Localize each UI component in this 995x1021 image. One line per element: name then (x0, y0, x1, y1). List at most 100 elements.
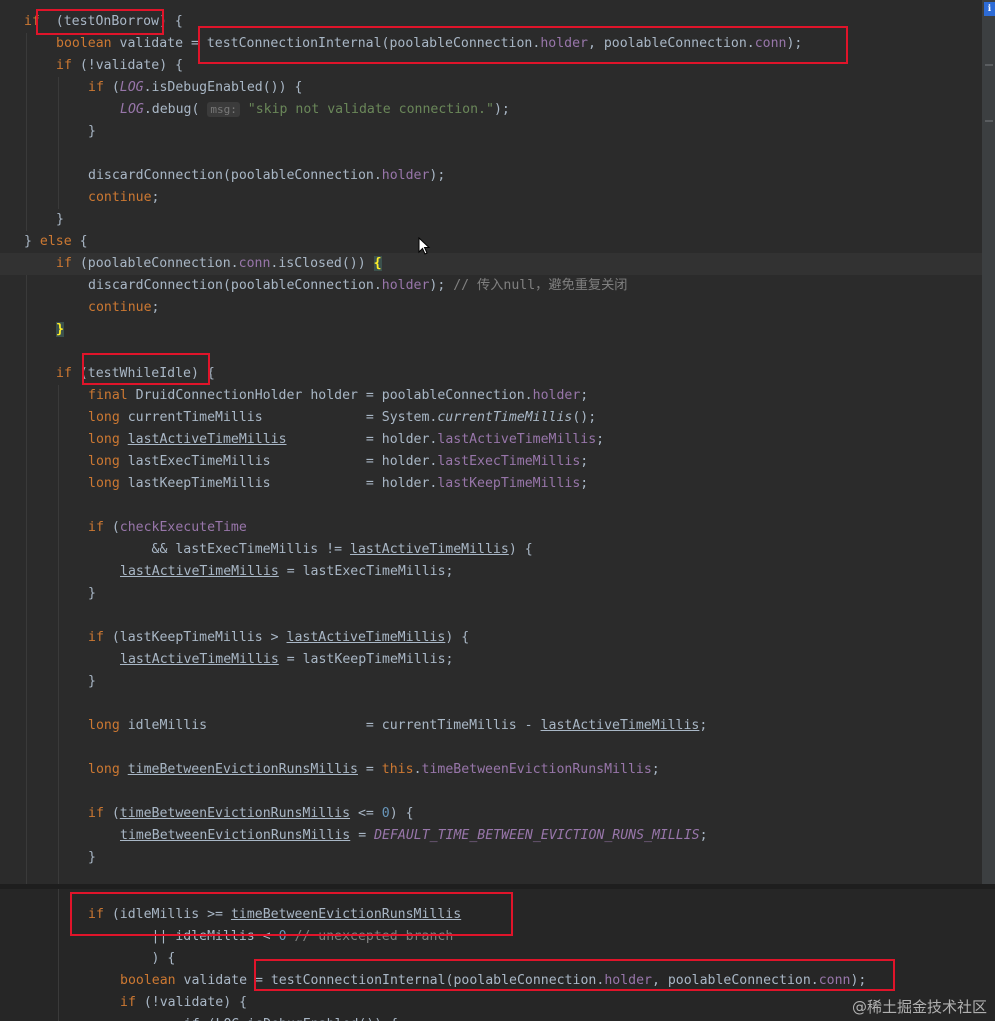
code-token: ); (429, 168, 446, 183)
code-token: lastActiveTimeMillis (120, 652, 279, 667)
code-token: long (88, 762, 120, 777)
code-line[interactable]: if (checkExecuteTime (88, 517, 247, 539)
code-comment: // 传入null，避免重复关闭 (453, 278, 628, 293)
code-line[interactable]: if (!validate) { (120, 992, 247, 1014)
code-token: = lastExecTimeMillis; (278, 564, 454, 579)
code-line[interactable]: ) { (88, 948, 176, 970)
code-token: else (39, 234, 72, 249)
code-token: ( (103, 806, 120, 821)
code-token: <= (350, 806, 382, 821)
code-token: (!validate) { (71, 58, 184, 73)
code-token: if (88, 520, 104, 535)
code-token: ( (103, 520, 120, 535)
code-line[interactable]: final DruidConnectionHolder holder = poo… (88, 385, 588, 407)
code-token: ; (699, 718, 708, 733)
code-token: if (56, 366, 72, 381)
code-line[interactable]: } (88, 121, 96, 143)
code-line[interactable]: lastActiveTimeMillis = lastExecTimeMilli… (120, 561, 453, 583)
code-token: continue (88, 190, 152, 205)
code-line[interactable]: long idleMillis = currentTimeMillis - la… (88, 715, 707, 737)
indent-guide (58, 385, 59, 884)
code-token: = (350, 828, 375, 843)
code-line[interactable]: long timeBetweenEvictionRunsMillis = thi… (88, 759, 660, 781)
error-stripe-mark[interactable] (985, 64, 993, 66)
code-token: ); (429, 278, 454, 293)
code-token: long (88, 432, 120, 447)
scrollbar-gutter[interactable] (982, 0, 995, 884)
code-line[interactable]: if (poolableConnection.conn.isClosed()) … (56, 253, 382, 275)
code-token: } (88, 850, 96, 865)
code-line[interactable]: long lastActiveTimeMillis = holder.lastA… (88, 429, 604, 451)
code-token: currentTimeMillis (437, 410, 573, 425)
code-line[interactable]: } (88, 583, 96, 605)
code-line[interactable]: long lastExecTimeMillis = holder.lastExe… (88, 451, 588, 473)
code-line[interactable]: } (56, 319, 64, 341)
code-token: { (71, 234, 88, 249)
code-token: discardConnection(poolableConnection. (88, 168, 382, 183)
code-token: = holder. (286, 432, 438, 447)
code-token: = lastKeepTimeMillis; (278, 652, 454, 667)
code-token: if (56, 58, 72, 73)
code-token: (); (572, 410, 597, 425)
code-line[interactable]: long lastKeepTimeMillis = holder.lastKee… (88, 473, 588, 495)
code-line[interactable]: if (!validate) { (56, 55, 183, 77)
parameter-hint: msg: (207, 102, 240, 117)
code-token: lastKeepTimeMillis (437, 476, 581, 491)
code-token: lastActiveTimeMillis (120, 564, 279, 579)
code-line[interactable]: } (56, 209, 64, 231)
error-stripe-mark[interactable] (985, 120, 993, 122)
code-line[interactable]: discardConnection(poolableConnection.hol… (88, 275, 628, 297)
code-token: lastExecTimeMillis (437, 454, 581, 469)
code-token: ) { (508, 542, 533, 557)
code-token: continue (88, 300, 152, 315)
code-editor-top[interactable]: if (testOnBorrow) {boolean validate = te… (0, 0, 982, 884)
code-line[interactable]: LOG.debug( msg: "skip not validate conne… (120, 99, 510, 121)
code-token: discardConnection(poolableConnection. (88, 278, 382, 293)
code-token: LOG (120, 102, 144, 117)
code-token: 0 (381, 806, 390, 821)
indent-guide (26, 275, 27, 884)
code-line[interactable]: if (LOG.isDebugEnabled()) { (152, 1014, 398, 1021)
indent-guide (26, 33, 27, 231)
code-line[interactable]: continue; (88, 297, 159, 319)
code-token: ) { (389, 806, 414, 821)
code-token: (poolableConnection. (71, 256, 239, 271)
code-line[interactable]: lastActiveTimeMillis = lastKeepTimeMilli… (120, 649, 453, 671)
mouse-pointer-icon (418, 237, 431, 255)
code-token: lastActiveTimeMillis (437, 432, 597, 447)
code-line[interactable]: discardConnection(poolableConnection.hol… (88, 165, 445, 187)
code-token: ; (151, 300, 160, 315)
code-line[interactable]: continue; (88, 187, 159, 209)
code-token: holder (381, 168, 430, 183)
code-token: timeBetweenEvictionRunsMillis (119, 806, 351, 821)
code-line[interactable]: } else { (24, 231, 88, 253)
code-token: currentTimeMillis = System. (119, 410, 438, 425)
code-token: DruidConnectionHolder holder = poolableC… (127, 388, 533, 403)
code-line[interactable]: timeBetweenEvictionRunsMillis = DEFAULT_… (120, 825, 708, 847)
code-line[interactable]: if (lastKeepTimeMillis > lastActiveTimeM… (88, 627, 469, 649)
code-token: boolean (56, 36, 112, 51)
code-token: } (88, 124, 96, 139)
code-token: (lastKeepTimeMillis > (103, 630, 287, 645)
code-token: . (413, 762, 422, 777)
code-line[interactable]: long currentTimeMillis = System.currentT… (88, 407, 596, 429)
code-token: long (88, 454, 120, 469)
code-line[interactable]: if (timeBetweenEvictionRunsMillis <= 0) … (88, 803, 414, 825)
code-line[interactable]: if (LOG.isDebugEnabled()) { (88, 77, 302, 99)
code-token: ); (493, 102, 510, 117)
code-token: { (373, 256, 382, 271)
code-token: } (88, 586, 96, 601)
code-token: (!validate) { (135, 995, 248, 1010)
code-editor-bottom[interactable]: if (idleMillis >= timeBetweenEvictionRun… (0, 889, 995, 1021)
code-token: ) { (445, 630, 470, 645)
highlight-box-testonborrow (36, 9, 164, 35)
code-line[interactable]: } (88, 847, 96, 869)
code-token: } (88, 674, 96, 689)
highlight-box-testwhileidle (82, 353, 210, 385)
code-token: if (LOG.isDebugEnabled()) { (152, 1017, 398, 1021)
code-line[interactable]: } (88, 671, 96, 693)
code-line[interactable]: && lastExecTimeMillis != lastActiveTimeM… (88, 539, 533, 561)
code-token: ; (699, 828, 708, 843)
code-token: LOG (119, 80, 144, 95)
